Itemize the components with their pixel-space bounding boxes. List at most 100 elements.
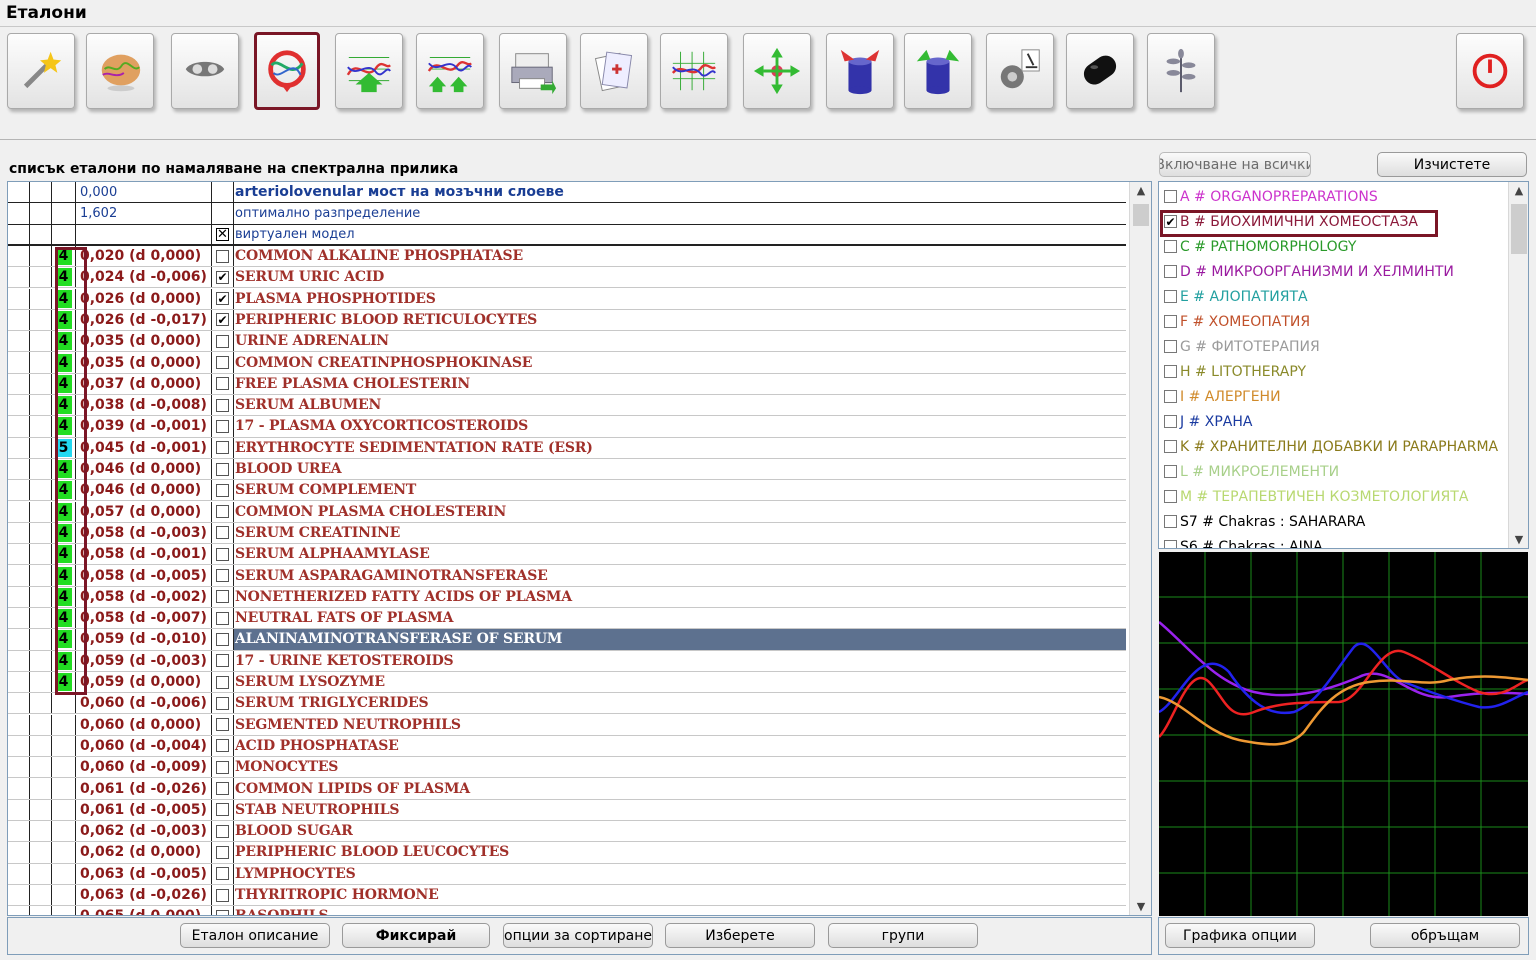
cylinder-in-button[interactable] bbox=[904, 33, 972, 109]
row-checkbox[interactable] bbox=[216, 590, 229, 604]
category-item[interactable]: E # АЛОПАТИЯТА bbox=[1164, 284, 1308, 309]
table-row[interactable]: 0,061 (d -0,026) COMMON LIPIDS OF PLASMA bbox=[8, 778, 1126, 800]
row-checkbox[interactable] bbox=[216, 441, 229, 455]
row-checkbox[interactable] bbox=[216, 739, 229, 753]
table-row[interactable]: 4 0,058 (d -0,007) NEUTRAL FATS OF PLASMA bbox=[8, 608, 1126, 630]
category-checkbox[interactable] bbox=[1164, 190, 1177, 203]
table-row[interactable]: 4 0,038 (d -0,008) SERUM ALBUMEN bbox=[8, 395, 1126, 417]
table-row[interactable]: 4 0,035 (d 0,000) URINE ADRENALIN bbox=[8, 331, 1126, 353]
table-row[interactable]: 4 0,020 (d 0,000) COMMON ALKALINE PHOSPHAT… bbox=[8, 245, 1126, 268]
row-checkbox[interactable] bbox=[216, 398, 229, 412]
category-checkbox[interactable] bbox=[1164, 290, 1177, 303]
row-checkbox[interactable] bbox=[216, 462, 229, 476]
table-row[interactable]: 4 0,039 (d -0,001) 17 - PLASMA OXYCORTICOS… bbox=[8, 416, 1126, 438]
sort-options-button[interactable]: опции за сортиране bbox=[503, 923, 653, 948]
reference-row[interactable]: ✕ виртуален модел bbox=[8, 224, 1126, 246]
table-row[interactable]: 4 0,024 (d -0,006) ✔ SERUM URIC ACID bbox=[8, 267, 1126, 289]
cylinder-out-button[interactable] bbox=[826, 33, 894, 109]
table-row[interactable]: 4 0,059 (d 0,000) SERUM LYSOZYME bbox=[8, 671, 1126, 694]
category-item[interactable]: L # МИКРОЕЛЕМЕНТИ bbox=[1164, 459, 1339, 484]
category-checkbox[interactable]: ✔ bbox=[1164, 215, 1177, 228]
row-checkbox[interactable] bbox=[216, 675, 229, 689]
table-row[interactable]: 4 0,058 (d -0,002) NONETHERIZED FATTY ACID… bbox=[8, 586, 1126, 608]
microscope-gear-button[interactable] bbox=[986, 33, 1054, 109]
category-checkbox[interactable] bbox=[1164, 390, 1177, 403]
power-button[interactable] bbox=[1456, 33, 1524, 109]
row-checkbox[interactable]: ✔ bbox=[216, 292, 229, 306]
row-checkbox[interactable] bbox=[216, 803, 229, 817]
category-checkbox[interactable] bbox=[1164, 365, 1177, 378]
graph-up-button[interactable] bbox=[335, 33, 403, 109]
table-row[interactable]: 4 0,057 (d 0,000) COMMON PLASMA CHOLESTERI… bbox=[8, 501, 1126, 523]
row-checkbox[interactable] bbox=[216, 569, 229, 583]
row-checkbox[interactable] bbox=[216, 547, 229, 561]
category-item[interactable]: K # ХРАНИТЕЛНИ ДОБАВКИ И PARAPHARMA bbox=[1164, 434, 1498, 459]
table-row[interactable]: 4 0,035 (d 0,000) COMMON CREATINPHOSPHOKIN… bbox=[8, 352, 1126, 374]
table-row[interactable]: 4 0,037 (d 0,000) FREE PLASMA CHOLESTERIN bbox=[8, 373, 1126, 395]
table-row[interactable]: 4 0,026 (d 0,000) ✔ PLASMA PHOSPHOTIDES bbox=[8, 288, 1126, 310]
row-checkbox[interactable] bbox=[216, 696, 229, 710]
row-checkbox[interactable] bbox=[216, 909, 229, 915]
row-checkbox[interactable] bbox=[216, 782, 229, 796]
row-checkbox[interactable] bbox=[216, 632, 229, 646]
category-item[interactable]: I # АЛЕРГЕНИ bbox=[1164, 384, 1281, 409]
category-item[interactable]: J # ХРАНА bbox=[1164, 409, 1252, 434]
category-checkbox[interactable] bbox=[1164, 515, 1177, 528]
etalon-list[interactable]: 0,000 arteriolovenular мост на мозъчни сл… bbox=[7, 181, 1152, 916]
row-checkbox[interactable] bbox=[216, 760, 229, 774]
row-checkbox[interactable] bbox=[216, 483, 229, 497]
row-checkbox[interactable] bbox=[216, 845, 229, 859]
table-row[interactable]: 0,062 (d -0,003) BLOOD SUGAR bbox=[8, 821, 1126, 843]
scroll-thumb[interactable] bbox=[1133, 204, 1149, 226]
category-checkbox[interactable] bbox=[1164, 465, 1177, 478]
spectrum-grid-button[interactable] bbox=[660, 33, 728, 109]
scroll-up-icon[interactable]: ▲ bbox=[1130, 184, 1151, 197]
row-checkbox[interactable] bbox=[216, 505, 229, 519]
category-item[interactable]: H # LITOTHERAPY bbox=[1164, 359, 1306, 384]
cat-scroll-up-icon[interactable]: ▲ bbox=[1509, 184, 1528, 197]
graph-options-button[interactable]: Графика опции bbox=[1165, 923, 1315, 948]
move-arrows-button[interactable] bbox=[743, 33, 811, 109]
magic-wand-button[interactable] bbox=[7, 33, 75, 109]
black-pill-button[interactable] bbox=[1066, 33, 1134, 109]
table-row[interactable]: 4 0,059 (d -0,010) ALANINAMINOTRANSFERASE … bbox=[8, 629, 1126, 651]
flip-button[interactable]: обръщам bbox=[1370, 923, 1520, 948]
table-row[interactable]: 4 0,058 (d -0,001) SERUM ALPHAAMYLASE bbox=[8, 544, 1126, 566]
row-checkbox[interactable] bbox=[216, 249, 229, 263]
row-checkbox[interactable] bbox=[216, 654, 229, 668]
category-item[interactable]: M # ТЕРАПЕВТИЧЕН КОЗМЕТОЛОГИЯТА bbox=[1164, 484, 1468, 509]
category-item[interactable]: G # ФИТОТЕРАПИЯ bbox=[1164, 334, 1320, 359]
table-row[interactable]: 4 0,046 (d 0,000) BLOOD UREA bbox=[8, 458, 1126, 481]
table-row[interactable]: 0,063 (d -0,005) LYMPHOCYTES bbox=[8, 863, 1126, 885]
table-row[interactable]: 0,060 (d -0,009) MONOCYTES bbox=[8, 757, 1126, 779]
row-checkbox[interactable] bbox=[216, 888, 229, 902]
table-row[interactable]: 0,060 (d 0,000) SEGMENTED NEUTROPHILS bbox=[8, 714, 1126, 736]
category-checkbox[interactable] bbox=[1164, 540, 1177, 548]
table-row[interactable]: 4 0,058 (d -0,003) SERUM CREATININE bbox=[8, 522, 1126, 545]
table-row[interactable]: 0,060 (d -0,006) SERUM TRIGLYCERIDES bbox=[8, 693, 1126, 715]
brain-spectrum-button[interactable] bbox=[86, 33, 154, 109]
category-item[interactable]: S7 # Chakras : SAHARARA bbox=[1164, 509, 1365, 534]
row-checkbox[interactable] bbox=[216, 611, 229, 625]
virtual-model-checkbox[interactable]: ✕ bbox=[216, 227, 229, 241]
category-list[interactable]: A # ORGANOPREPARATIONS ✔ B # БИОХИМИЧНИ ХО… bbox=[1158, 181, 1529, 549]
table-row[interactable]: 0,063 (d -0,026) THYRITROPIC HORMONE bbox=[8, 884, 1126, 907]
virtual-model-button[interactable] bbox=[254, 32, 320, 110]
category-scrollbar[interactable]: ▲ ▼ bbox=[1508, 182, 1528, 548]
groups-button[interactable]: групи bbox=[828, 923, 978, 948]
table-row[interactable]: 4 0,058 (d -0,005) SERUM ASPARAGAMINOTRANS… bbox=[8, 565, 1126, 587]
choose-button[interactable]: Изберете bbox=[665, 923, 815, 948]
cat-scroll-down-icon[interactable]: ▼ bbox=[1509, 533, 1528, 546]
table-row[interactable]: 4 0,026 (d -0,017) ✔ PERIPHERIC BLOOD RETIC… bbox=[8, 309, 1126, 332]
category-item[interactable]: C # PATHOMORPHOLOGY bbox=[1164, 234, 1356, 259]
row-checkbox[interactable] bbox=[216, 419, 229, 433]
eye-mask-button[interactable] bbox=[171, 33, 239, 109]
category-checkbox[interactable] bbox=[1164, 490, 1177, 503]
category-checkbox[interactable] bbox=[1164, 315, 1177, 328]
row-checkbox[interactable] bbox=[216, 356, 229, 370]
category-checkbox[interactable] bbox=[1164, 440, 1177, 453]
table-row[interactable]: 0,061 (d -0,005) STAB NEUTROPHILS bbox=[8, 799, 1126, 821]
category-checkbox[interactable] bbox=[1164, 415, 1177, 428]
fix-button[interactable]: Фиксирай bbox=[342, 923, 490, 948]
row-checkbox[interactable] bbox=[216, 334, 229, 348]
